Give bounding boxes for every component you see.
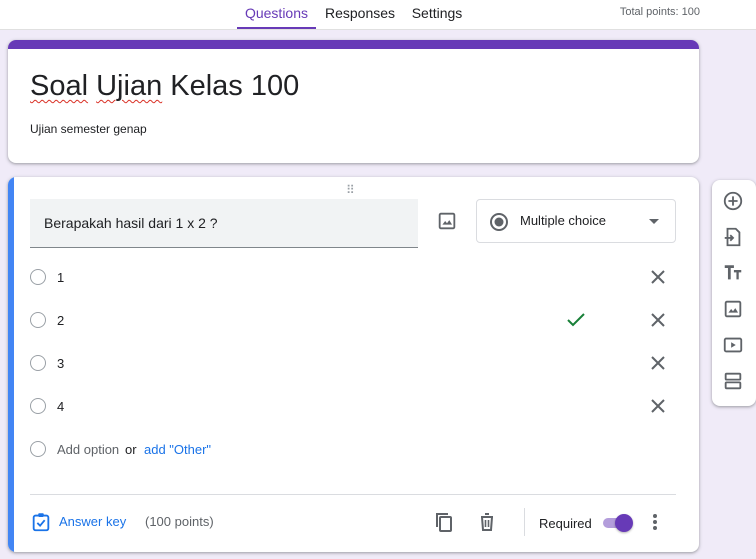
total-points-label: Total points: 100 bbox=[619, 6, 700, 18]
form-title[interactable]: Soal Ujian Kelas 100 bbox=[30, 70, 299, 103]
option-row[interactable]: 1 bbox=[30, 266, 680, 290]
delete-icon[interactable] bbox=[475, 510, 499, 534]
question-type-select[interactable]: Multiple choice bbox=[476, 199, 676, 243]
question-type-label: Multiple choice bbox=[520, 213, 606, 228]
add-option-row: Add option or add "Other" bbox=[30, 438, 680, 462]
or-label: or bbox=[125, 442, 137, 457]
top-tab-bar: Questions Responses Settings Total point… bbox=[0, 0, 756, 30]
remove-option-icon[interactable] bbox=[648, 310, 668, 335]
tab-questions[interactable]: Questions bbox=[237, 0, 316, 29]
import-questions-icon[interactable] bbox=[722, 226, 744, 248]
form-title-card[interactable]: Soal Ujian Kelas 100 Ujian semester gena… bbox=[8, 40, 699, 163]
more-options-icon[interactable] bbox=[646, 510, 664, 534]
remove-option-icon[interactable] bbox=[648, 353, 668, 378]
duplicate-icon[interactable] bbox=[432, 510, 456, 534]
required-toggle[interactable] bbox=[601, 514, 635, 532]
add-section-icon[interactable] bbox=[722, 370, 744, 392]
option-row[interactable]: 2 bbox=[30, 309, 680, 333]
correct-answer-check-icon bbox=[565, 309, 587, 336]
question-card[interactable]: ⠿ Berapakah hasil dari 1 x 2 ? Multiple … bbox=[8, 177, 699, 552]
radio-circle-icon bbox=[30, 312, 46, 328]
drag-handle-icon[interactable]: ⠿ bbox=[346, 183, 356, 197]
form-title-word-1: Soal bbox=[30, 70, 89, 102]
add-title-description-icon[interactable] bbox=[722, 262, 744, 284]
answer-key-button[interactable]: Answer key bbox=[30, 511, 126, 538]
remove-option-icon[interactable] bbox=[648, 267, 668, 292]
form-title-rest: Kelas 100 bbox=[170, 70, 300, 102]
toggle-knob bbox=[615, 514, 633, 532]
option-row[interactable]: 4 bbox=[30, 395, 680, 419]
radio-circle-icon bbox=[30, 269, 46, 285]
option-label[interactable]: 2 bbox=[57, 313, 64, 328]
remove-option-icon[interactable] bbox=[648, 396, 668, 421]
focus-indicator-bar bbox=[8, 177, 14, 552]
chevron-down-icon bbox=[649, 219, 659, 224]
add-option-link[interactable]: Add option bbox=[57, 442, 119, 457]
points-label: (100 points) bbox=[145, 514, 214, 529]
tab-settings[interactable]: Settings bbox=[405, 0, 469, 29]
form-title-word-2: Ujian bbox=[96, 70, 163, 102]
option-label[interactable]: 4 bbox=[57, 399, 64, 414]
add-video-icon[interactable] bbox=[722, 334, 744, 356]
answer-key-label: Answer key bbox=[59, 514, 127, 529]
radio-button-icon bbox=[489, 212, 509, 237]
tab-responses[interactable]: Responses bbox=[322, 0, 398, 29]
title-accent-bar bbox=[8, 40, 699, 49]
option-label[interactable]: 3 bbox=[57, 356, 64, 371]
add-other-link[interactable]: add "Other" bbox=[144, 442, 211, 457]
add-image-icon[interactable] bbox=[436, 210, 458, 232]
option-row[interactable]: 3 bbox=[30, 352, 680, 376]
required-label: Required bbox=[539, 516, 592, 531]
radio-circle-icon bbox=[30, 355, 46, 371]
add-question-icon[interactable] bbox=[722, 190, 744, 212]
radio-circle-icon bbox=[30, 398, 46, 414]
floating-toolbar bbox=[712, 180, 756, 406]
radio-circle-icon bbox=[30, 441, 46, 457]
footer-separator bbox=[524, 508, 525, 536]
question-title-input[interactable]: Berapakah hasil dari 1 x 2 ? bbox=[30, 199, 418, 248]
footer-divider bbox=[30, 494, 676, 495]
form-description[interactable]: Ujian semester genap bbox=[30, 122, 147, 136]
option-label[interactable]: 1 bbox=[57, 270, 64, 285]
add-image-icon[interactable] bbox=[722, 298, 744, 320]
answer-key-icon bbox=[32, 513, 50, 532]
